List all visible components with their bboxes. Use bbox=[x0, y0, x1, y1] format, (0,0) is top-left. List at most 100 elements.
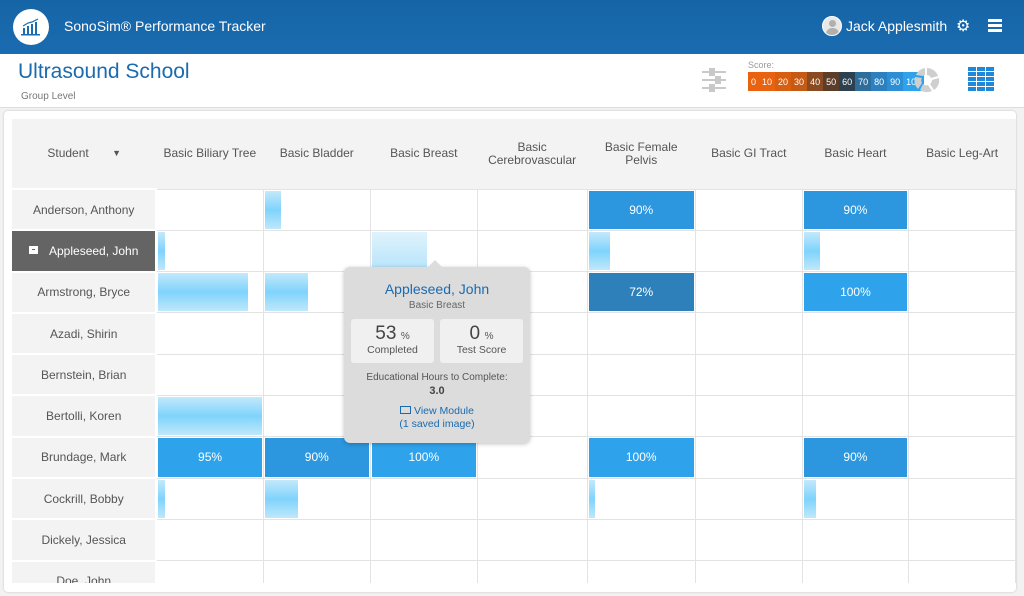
student-name-cell[interactable]: Anderson, Anthony bbox=[12, 187, 158, 232]
module-column-header[interactable]: Basic Cerebrovascular bbox=[477, 119, 587, 189]
module-progress-cell[interactable] bbox=[908, 477, 1016, 520]
module-progress-cell[interactable] bbox=[476, 188, 588, 231]
grid-view-icon[interactable] bbox=[966, 66, 996, 92]
settings-button[interactable]: ⚙ bbox=[956, 16, 970, 36]
saved-images-link[interactable]: (1 saved image) bbox=[344, 418, 530, 430]
module-progress-cell[interactable] bbox=[262, 518, 371, 562]
module-column-header[interactable]: Basic Heart bbox=[802, 119, 909, 189]
student-name: Brundage, Mark bbox=[41, 450, 127, 465]
module-progress-cell[interactable] bbox=[694, 560, 803, 583]
module-progress-cell[interactable] bbox=[586, 394, 696, 438]
module-progress-cell[interactable]: 90% bbox=[586, 188, 696, 231]
module-progress-cell[interactable] bbox=[369, 188, 478, 231]
module-progress-cell[interactable] bbox=[908, 436, 1016, 479]
module-progress-cell[interactable] bbox=[801, 394, 910, 438]
module-progress-cell[interactable] bbox=[908, 271, 1016, 314]
module-progress-cell[interactable] bbox=[694, 271, 803, 314]
module-progress-cell[interactable] bbox=[476, 229, 588, 273]
student-name-cell[interactable]: Armstrong, Bryce bbox=[12, 270, 158, 314]
module-progress-cell[interactable] bbox=[369, 518, 478, 562]
student-name-cell[interactable]: Brundage, Mark bbox=[12, 435, 158, 480]
module-progress-cell[interactable] bbox=[908, 188, 1016, 231]
module-progress-cell[interactable] bbox=[155, 312, 264, 355]
score-legend-step: 80 bbox=[871, 72, 888, 91]
module-progress-cell[interactable] bbox=[801, 229, 910, 273]
archive-icon[interactable] bbox=[29, 245, 38, 254]
module-column-header[interactable]: Basic Leg-Art bbox=[908, 119, 1016, 189]
student-column-header[interactable]: Student ▼ bbox=[12, 119, 157, 189]
module-progress-cell[interactable] bbox=[801, 353, 910, 396]
module-progress-cell[interactable]: 90% bbox=[801, 188, 910, 231]
module-progress-cell[interactable] bbox=[155, 229, 264, 273]
module-progress-cell[interactable] bbox=[694, 312, 803, 355]
view-module-link[interactable]: View Module bbox=[344, 405, 530, 417]
student-name-cell[interactable]: Doe, John bbox=[12, 559, 158, 583]
student-name-cell[interactable]: Bertolli, Koren bbox=[12, 394, 158, 438]
module-progress-cell[interactable] bbox=[801, 312, 910, 355]
module-progress-cell[interactable] bbox=[476, 518, 588, 562]
module-progress-cell[interactable] bbox=[155, 394, 264, 438]
module-progress-cell[interactable] bbox=[586, 518, 696, 562]
module-progress-cell[interactable] bbox=[586, 312, 696, 355]
module-progress-cell[interactable] bbox=[586, 477, 696, 520]
module-progress-cell[interactable] bbox=[155, 188, 264, 231]
module-progress-cell[interactable] bbox=[694, 353, 803, 396]
module-progress-cell[interactable] bbox=[476, 477, 588, 520]
radial-chart-icon[interactable] bbox=[912, 66, 942, 94]
module-progress-cell[interactable] bbox=[694, 477, 803, 520]
module-progress-cell[interactable] bbox=[908, 353, 1016, 396]
module-progress-cell[interactable] bbox=[262, 229, 371, 273]
module-progress-cell[interactable] bbox=[155, 560, 264, 583]
module-progress-cell[interactable] bbox=[694, 188, 803, 231]
module-column-header[interactable]: Basic GI Tract bbox=[695, 119, 803, 189]
module-progress-cell[interactable] bbox=[908, 394, 1016, 438]
student-name-cell[interactable]: Azadi, Shirin bbox=[12, 311, 158, 356]
module-progress-cell[interactable] bbox=[694, 436, 803, 479]
progress-bar bbox=[158, 231, 165, 271]
module-progress-cell[interactable] bbox=[369, 229, 478, 273]
module-progress-cell[interactable] bbox=[908, 312, 1016, 355]
module-progress-cell[interactable] bbox=[694, 518, 803, 562]
module-progress-cell[interactable] bbox=[369, 477, 478, 520]
student-name-cell[interactable]: Appleseed, John bbox=[12, 229, 158, 273]
module-column-header[interactable]: Basic Biliary Tree bbox=[156, 119, 264, 189]
student-name-cell[interactable]: Bernstein, Brian bbox=[12, 353, 158, 397]
student-name: Dickely, Jessica bbox=[41, 533, 126, 548]
module-progress-cell[interactable] bbox=[586, 353, 696, 396]
user-menu[interactable]: Jack Applesmith bbox=[822, 16, 947, 36]
module-progress-cell[interactable] bbox=[908, 560, 1016, 583]
module-column-header[interactable]: Basic Bladder bbox=[263, 119, 371, 189]
module-progress-cell[interactable] bbox=[586, 229, 696, 273]
student-name-cell[interactable]: Cockrill, Bobby bbox=[12, 477, 158, 521]
module-column-header[interactable]: Basic Female Pelvis bbox=[587, 119, 696, 189]
module-progress-cell[interactable] bbox=[801, 560, 910, 583]
module-progress-cell[interactable] bbox=[155, 477, 264, 520]
module-progress-cell[interactable] bbox=[908, 518, 1016, 562]
module-progress-cell[interactable] bbox=[262, 560, 371, 583]
app-logo[interactable] bbox=[13, 9, 49, 45]
student-name-cell[interactable]: Dickely, Jessica bbox=[12, 518, 158, 562]
module-progress-cell[interactable]: 100% bbox=[801, 271, 910, 314]
module-progress-cell[interactable] bbox=[476, 560, 588, 583]
module-progress-cell[interactable] bbox=[908, 229, 1016, 273]
hamburger-menu-button[interactable] bbox=[988, 19, 1002, 32]
module-progress-cell[interactable] bbox=[801, 477, 910, 520]
module-progress-cell[interactable] bbox=[694, 229, 803, 273]
module-progress-cell[interactable] bbox=[694, 394, 803, 438]
score-legend-step: 70 bbox=[855, 72, 872, 91]
module-progress-cell[interactable] bbox=[155, 518, 264, 562]
module-progress-cell[interactable]: 72% bbox=[586, 271, 696, 314]
filter-sliders-icon[interactable] bbox=[700, 67, 728, 93]
module-progress-cell[interactable] bbox=[262, 477, 371, 520]
module-progress-cell[interactable] bbox=[801, 518, 910, 562]
sort-caret-down-icon[interactable]: ▼ bbox=[112, 147, 121, 160]
module-progress-cell[interactable] bbox=[369, 560, 478, 583]
module-progress-cell[interactable] bbox=[586, 560, 696, 583]
module-column-header[interactable]: Basic Breast bbox=[370, 119, 478, 189]
module-progress-cell[interactable] bbox=[155, 271, 264, 314]
module-progress-cell[interactable] bbox=[155, 353, 264, 396]
module-progress-cell[interactable]: 95% bbox=[155, 436, 264, 479]
module-progress-cell[interactable] bbox=[262, 188, 371, 231]
module-progress-cell[interactable]: 100% bbox=[586, 436, 696, 479]
module-progress-cell[interactable]: 90% bbox=[801, 436, 910, 479]
